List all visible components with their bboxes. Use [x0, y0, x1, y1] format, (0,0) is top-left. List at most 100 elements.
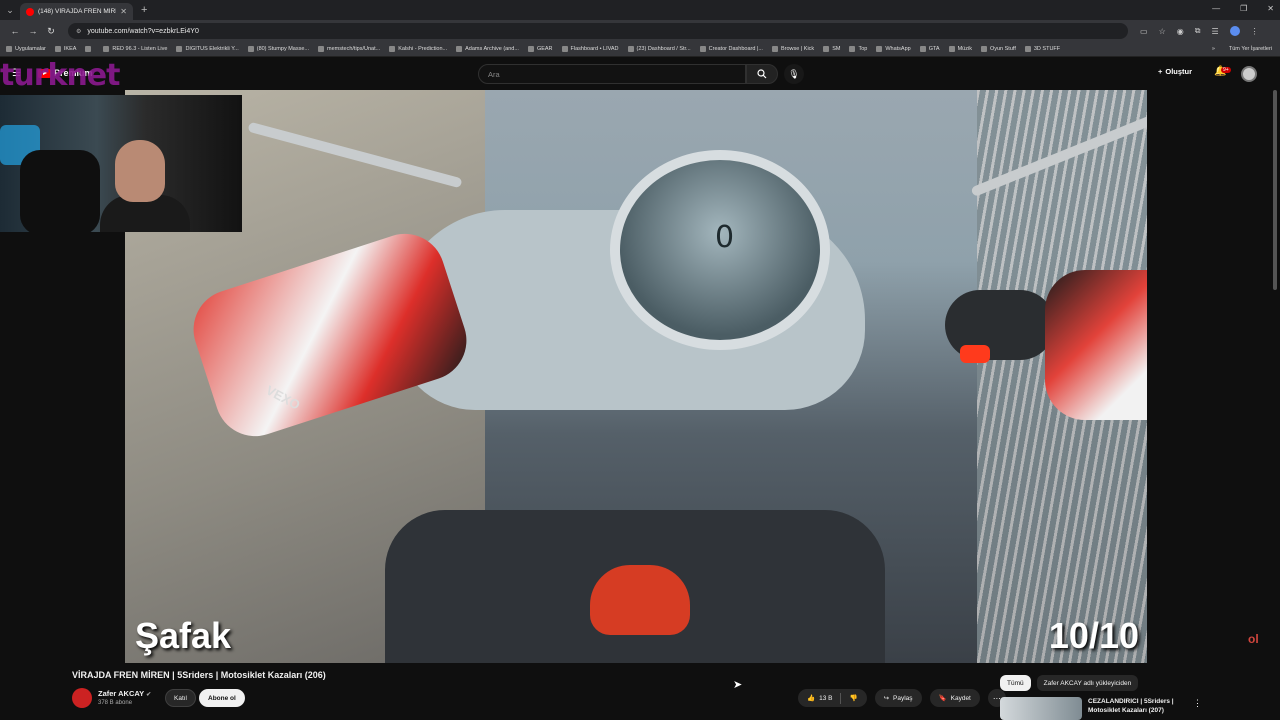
video-actions: 👍 13 B 👎 ↪ Paylaş 🔖 Kaydet ⋯ [798, 689, 1006, 707]
close-window-icon[interactable]: ✕ [1267, 4, 1274, 13]
account-avatar[interactable] [1241, 66, 1257, 82]
like-count[interactable]: 13 B [819, 695, 832, 702]
bookmark-item[interactable]: RED 96.3 - Listen Live [103, 46, 167, 52]
share-icon: ↪ [883, 695, 890, 702]
chip-all[interactable]: Tümü [1000, 675, 1031, 691]
extension-icon[interactable]: ◉ [1177, 27, 1184, 36]
bookmark-item[interactable]: DIGITUS Elektrikli Y... [176, 46, 239, 52]
recommended-more-icon[interactable]: ⋮ [1193, 698, 1202, 709]
channel-name-text: Zafer AKCAY [98, 689, 145, 698]
bookmark-favicon-icon [919, 46, 926, 52]
bookmarks-overflow-icon[interactable]: » [1212, 46, 1215, 52]
create-label: Oluştur [1165, 67, 1193, 76]
bookmark-label: GEAR [536, 46, 553, 52]
search-input[interactable]: Ara [478, 64, 746, 84]
url-text: youtube.com/watch?v=ezbkrLEi4Y0 [87, 27, 199, 35]
bookmark-label: WhatsApp [885, 46, 911, 52]
bookmark-item[interactable]: WhatsApp [876, 46, 911, 52]
bookmark-favicon-icon [771, 46, 778, 52]
join-button[interactable]: Katıl [165, 689, 197, 707]
bookmark-label: Flashboard • LIVAD [570, 46, 619, 52]
extensions-puzzle-icon[interactable]: ⧉ [1195, 26, 1201, 36]
like-icon[interactable]: 👍 [807, 694, 815, 702]
bookmark-favicon-icon [176, 46, 183, 52]
bookmark-item[interactable]: (80) Stumpy Masse... [247, 46, 310, 52]
bookmark-item[interactable]: Uygulamalar [6, 46, 46, 52]
bookmark-favicon-icon [85, 46, 92, 52]
share-button[interactable]: ↪ Paylaş [874, 689, 922, 707]
video-title: VİRAJDA FREN MİREN | 5Sriders | Motosikl… [72, 670, 326, 680]
dislike-icon[interactable]: 👎 [849, 694, 857, 702]
bookmark-item[interactable]: (23) Dashboard / Str... [627, 46, 691, 52]
gaming-chair [20, 150, 100, 232]
bookmark-item[interactable]: Oyun Stuff [980, 46, 1016, 52]
new-tab-button[interactable]: + [141, 4, 147, 16]
video-player[interactable]: 0 VEXO Şafak 10/10 [125, 90, 1147, 663]
minimize-icon[interactable]: — [1212, 4, 1220, 13]
bookmark-favicon-icon [823, 46, 830, 52]
tab-search-icon[interactable]: ⌄ [0, 0, 20, 20]
bookmark-label: Oyun Stuff [989, 46, 1016, 52]
bookmark-item[interactable]: Adams Archive (and... [456, 46, 519, 52]
speed-readout: 0 [715, 220, 735, 255]
profile-avatar[interactable] [1229, 26, 1240, 36]
channel-avatar[interactable] [72, 688, 92, 708]
search-button[interactable] [746, 64, 778, 84]
bookmark-favicon-icon [849, 46, 856, 52]
page-scrollbar[interactable] [1273, 90, 1277, 290]
bookmarks-bar: Uygulamalar IKEA RED 96.3 - Listen Live DIG… [0, 42, 1280, 57]
browser-tab-active[interactable]: (148) VİRAJDA FREN MİREN | 5S ✕ [20, 3, 133, 20]
forward-button[interactable]: → [24, 26, 42, 36]
reload-button[interactable]: ↻ [42, 26, 60, 37]
bookmark-label: Top [858, 46, 868, 52]
recommended-video-title[interactable]: CEZALANDIRICI | 5Sriders | Motosiklet Ka… [1088, 697, 1188, 715]
bookmark-label: IKEA [63, 46, 77, 52]
channel-watermark[interactable]: ol [1248, 632, 1259, 646]
bookmark-label: (80) Stumpy Masse... [256, 46, 310, 52]
bookmark-favicon-icon [876, 46, 883, 52]
search-icon [757, 69, 767, 79]
tab-title: (148) VİRAJDA FREN MİREN | 5S [38, 8, 116, 15]
bookmark-favicon-icon [699, 46, 706, 52]
create-button[interactable]: + Oluştur [1158, 67, 1192, 76]
bookmark-item[interactable]: GTA [919, 46, 940, 52]
bookmark-label: RED 96.3 - Listen Live [112, 46, 168, 52]
recommended-video-thumbnail[interactable] [1000, 697, 1082, 720]
cast-icon[interactable]: ▭ [1140, 27, 1148, 36]
reading-list-icon[interactable]: ☰ [1211, 27, 1218, 36]
site-info-icon[interactable]: ⚙ [76, 28, 81, 35]
bookmark-item[interactable]: Top [849, 46, 867, 52]
kill-switch-button [960, 345, 990, 363]
voice-search-mic-icon[interactable]: 🎙 [784, 64, 804, 84]
channel-name[interactable]: Zafer AKCAY ✔ [98, 689, 151, 698]
close-tab-icon[interactable]: ✕ [120, 7, 127, 16]
subscribe-button[interactable]: Abone ol [199, 689, 245, 707]
bookmark-item[interactable]: Creator Dashboard |... [699, 46, 763, 52]
bookmark-label: (23) Dashboard / Str... [636, 46, 691, 52]
bookmark-favicon-icon [54, 46, 61, 52]
bookmark-label: GTA [928, 46, 940, 52]
bookmark-favicon-icon [527, 46, 534, 52]
bookmark-item[interactable]: SM [823, 46, 840, 52]
maximize-icon[interactable]: ❐ [1240, 4, 1247, 13]
bookmark-item[interactable]: Kalshi - Prediction... [389, 46, 447, 52]
bookmark-label: Creator Dashboard |... [708, 46, 763, 52]
url-field[interactable]: ⚙ youtube.com/watch?v=ezbkrLEi4Y0 [68, 23, 1128, 39]
bookmark-item[interactable]: Flashboard • LIVAD [561, 46, 619, 52]
streamer-face [115, 140, 165, 202]
subscriber-count: 378 B abone [98, 700, 133, 706]
back-button[interactable]: ← [6, 26, 24, 36]
bookmark-item[interactable]: memstech/tips/Unat... [318, 46, 380, 52]
save-button[interactable]: 🔖 Kaydet [929, 689, 980, 707]
bookmark-item[interactable] [85, 46, 94, 52]
bookmark-favicon-icon [103, 46, 110, 52]
browser-menu-icon[interactable]: ⋮ [1251, 27, 1259, 36]
all-bookmarks-folder[interactable]: Tüm Yer İşaretleri [1229, 46, 1272, 52]
bookmark-item[interactable]: GEAR [527, 46, 553, 52]
bookmark-star-icon[interactable]: ☆ [1159, 27, 1166, 36]
bookmark-item[interactable]: Browse | Kick [771, 46, 814, 52]
bookmark-item[interactable]: 3D STUFF [1024, 46, 1060, 52]
chip-from-uploader[interactable]: Zafer AKCAY adlı yükleyiciden [1036, 675, 1139, 691]
bookmark-item[interactable]: IKEA [54, 46, 77, 52]
bookmark-item[interactable]: Müzik [948, 46, 972, 52]
